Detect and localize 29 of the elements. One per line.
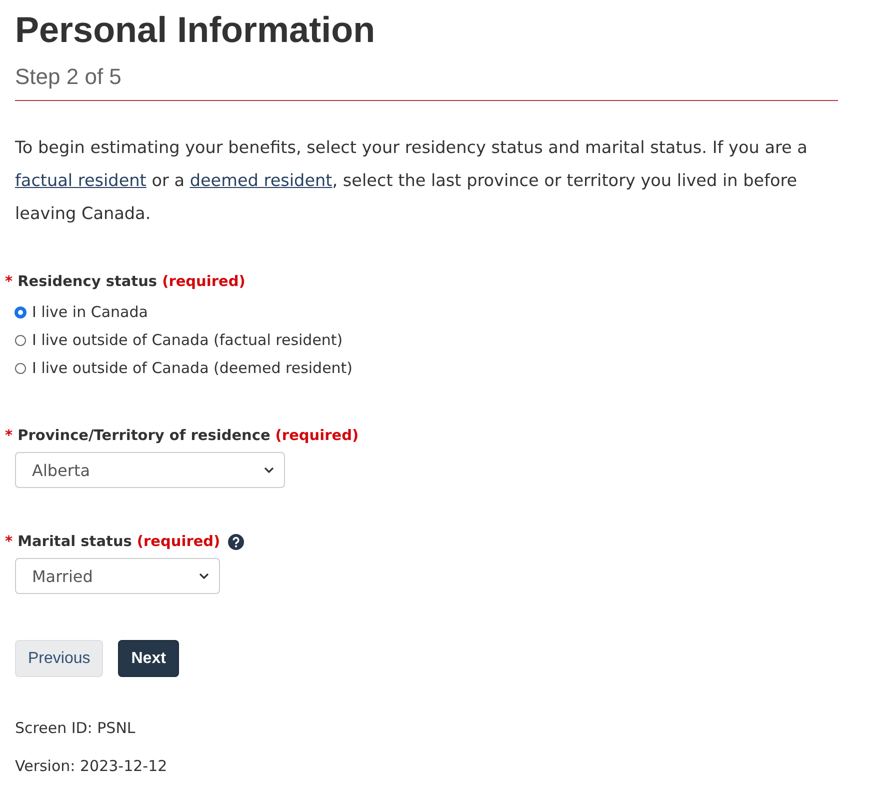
- intro-paragraph: To begin estimating your benefits, select your residency status and marital status. If you are a factual resident or a deemed resident, select the last province or territory you lived in before leaving Canada.: [15, 136, 808, 225]
- text-link[interactable]: deemed resident: [190, 170, 332, 190]
- required-note: (required): [136, 534, 220, 550]
- text-link[interactable]: factual resident: [15, 170, 146, 190]
- required-note: (required): [275, 428, 359, 444]
- field-label: Residency status: [18, 274, 158, 290]
- radio-button[interactable]: [15, 306, 26, 318]
- page-title: Personal Information: [15, 8, 376, 52]
- required-marker: *: [5, 274, 13, 290]
- option-label[interactable]: I live outside of Canada (deemed resident): [32, 359, 353, 377]
- field-label: Marital status: [18, 534, 132, 550]
- required-marker: *: [5, 428, 13, 444]
- step-indicator: Step 2 of 5: [15, 64, 122, 90]
- help-icon[interactable]: [228, 534, 244, 550]
- required-marker: *: [5, 534, 13, 550]
- required-note: (required): [162, 274, 246, 290]
- nav-button[interactable]: Next: [118, 640, 179, 677]
- field-label: Province/Territory of residence: [18, 428, 270, 444]
- chevron-down-icon: [264, 467, 274, 473]
- option-label[interactable]: I live outside of Canada (factual resident): [32, 331, 343, 349]
- footer-text: Version: 2023-12-12: [15, 757, 168, 775]
- radio-button[interactable]: [15, 334, 26, 346]
- option-label[interactable]: I live in Canada: [32, 303, 148, 321]
- nav-button[interactable]: Previous: [15, 640, 104, 677]
- footer-text: Screen ID: PSNL: [15, 719, 136, 737]
- chevron-down-icon: [199, 573, 209, 579]
- dropdown-field[interactable]: Married: [15, 558, 220, 594]
- dropdown-field[interactable]: Alberta: [15, 452, 285, 488]
- radio-button[interactable]: [15, 362, 26, 374]
